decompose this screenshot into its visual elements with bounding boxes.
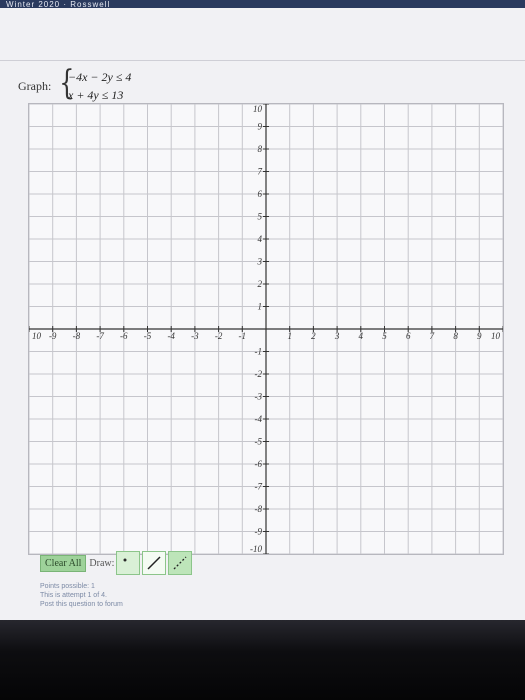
y-tick-label: -2 [255, 369, 263, 379]
x-tick-label: 9 [477, 331, 482, 341]
y-tick-label: 6 [258, 189, 263, 199]
x-tick-label: 1 [287, 331, 292, 341]
y-tick-label: -3 [255, 392, 263, 402]
x-tick-label: -5 [144, 331, 152, 341]
x-tick-label: 4 [359, 331, 364, 341]
x-tick-label: 6 [406, 331, 411, 341]
top-strip-text: Winter 2020 · Rosswell [6, 0, 111, 8]
dashed-line-icon [173, 556, 187, 570]
y-tick-label: 1 [258, 302, 263, 312]
x-tick-label: -1 [239, 331, 247, 341]
monitor-bezel [0, 620, 525, 700]
x-tick-label: -3 [191, 331, 199, 341]
point-icon [123, 558, 127, 562]
graph-controls: Clear All Draw: [40, 549, 193, 577]
y-tick-label: 7 [258, 167, 263, 177]
coordinate-grid[interactable]: 10 -9 -8 -7 -6 -5 -4 -3 -2 -1 1 2 3 4 5 6 7 8 9 10 10 9 8 7 6 5 4 3… [29, 104, 503, 554]
y-tick-label: -6 [255, 459, 263, 469]
point-tool-button[interactable] [116, 551, 141, 575]
x-tick-label: 7 [430, 331, 435, 341]
x-tick-label: -8 [73, 331, 81, 341]
inequality-1: −4x − 2y ≤ 4 [68, 70, 132, 84]
y-tick-label: -7 [255, 482, 263, 492]
x-tick-label: 10 [491, 331, 501, 341]
problem-statement: Graph: { −4x − 2y ≤ 4 x + 4y ≤ 13 [18, 64, 218, 106]
draw-label: Draw: [89, 557, 115, 569]
y-tick-label: 5 [258, 212, 263, 222]
y-tick-label: 2 [258, 279, 263, 289]
x-tick-label: -9 [49, 331, 57, 341]
x-tick-label: -2 [215, 331, 223, 341]
header-divider [0, 60, 525, 61]
graph-label: Graph: [18, 79, 52, 93]
x-tick-label: -4 [167, 331, 175, 341]
y-tick-label: 3 [257, 257, 263, 267]
y-tick-label: 8 [258, 144, 263, 154]
y-tick-label: -10 [250, 544, 262, 554]
y-tick-label: 9 [258, 122, 263, 132]
clear-all-button[interactable]: Clear All [40, 554, 87, 572]
solid-line-icon [147, 556, 161, 570]
y-tick-label: -5 [255, 437, 263, 447]
y-tick-label: -8 [255, 504, 263, 514]
y-tick-label: -9 [255, 527, 263, 537]
points-possible-text: Points possible: 1 [40, 583, 95, 590]
post-to-forum-link[interactable]: Post this question to forum [40, 600, 123, 609]
x-tick-label: 2 [311, 331, 316, 341]
browser-top-strip: Winter 2020 · Rosswell [0, 0, 525, 8]
x-tick-label: 8 [453, 331, 458, 341]
x-tick-label: -6 [120, 331, 128, 341]
graphing-canvas[interactable]: 10 -9 -8 -7 -6 -5 -4 -3 -2 -1 1 2 3 4 5 6 7 8 9 10 10 9 8 7 6 5 4 3… [28, 103, 504, 555]
x-tick-label: 10 [32, 331, 42, 341]
attempt-count-text: This is attempt 1 of 4. [40, 592, 107, 599]
attempt-status: Points possible: 1 This is attempt 1 of … [40, 582, 123, 609]
inequality-2: x + 4y ≤ 13 [68, 88, 124, 102]
x-tick-label: 3 [334, 331, 340, 341]
x-tick-label: 5 [382, 331, 387, 341]
dashed-line-tool-button[interactable] [168, 551, 193, 575]
y-tick-label: -1 [255, 347, 263, 357]
y-tick-label: -4 [255, 414, 263, 424]
x-tick-label: -7 [96, 331, 104, 341]
y-tick-label: 4 [258, 234, 263, 244]
y-tick-label: 10 [253, 104, 263, 114]
solid-line-tool-button[interactable] [142, 551, 167, 575]
